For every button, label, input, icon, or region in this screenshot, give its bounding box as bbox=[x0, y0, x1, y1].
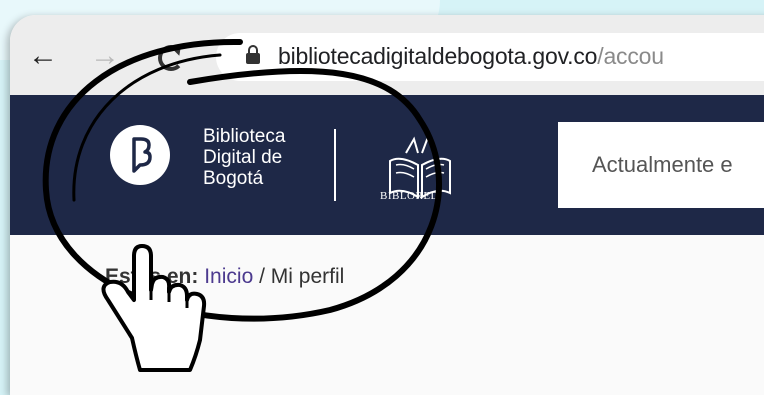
annotation-overlay bbox=[42, 38, 442, 372]
annotation-circle-inner bbox=[72, 53, 222, 202]
hand-pointer-icon bbox=[101, 244, 207, 372]
annotation-circle bbox=[42, 38, 442, 322]
